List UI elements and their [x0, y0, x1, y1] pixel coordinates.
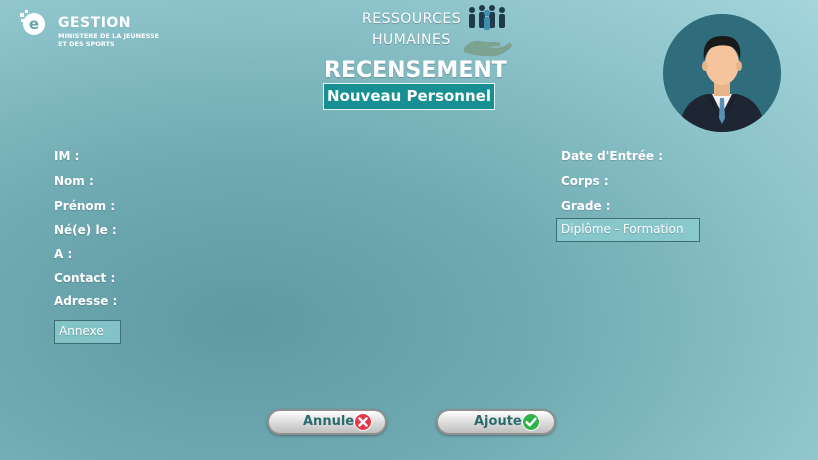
label-date-entree: Date d'Entrée : [561, 149, 664, 163]
diplome-formation-button[interactable]: Diplôme - Formation [556, 218, 700, 242]
person-avatar-icon [663, 14, 781, 132]
label-adresse: Adresse : [54, 294, 118, 308]
svg-text:e: e [29, 15, 39, 33]
cancel-button-label: Annuler [303, 414, 361, 429]
avatar[interactable] [663, 14, 781, 132]
label-grade: Grade : [561, 199, 611, 213]
label-corps: Corps : [561, 174, 609, 188]
header-line1: RESSOURCES [362, 11, 462, 27]
label-im: IM : [54, 149, 80, 163]
add-button[interactable]: Ajouter [436, 409, 556, 435]
label-ne-le: Né(e) le : [54, 223, 117, 237]
logo-title: GESTION [58, 15, 132, 31]
label-prenom: Prénom : [54, 199, 116, 213]
cancel-button[interactable]: Annuler [267, 409, 387, 435]
app-logo: e GESTION MINISTERE DE LA JEUNESSE ET DE… [20, 9, 190, 49]
annexe-button[interactable]: Annexe [54, 320, 121, 344]
logo-subtitle: MINISTERE DE LA JEUNESSE ET DES SPORTS [58, 32, 159, 48]
page-title: RECENSEMENT [324, 58, 507, 83]
header-line2: HUMAINES [372, 32, 451, 48]
people-hand-icon [464, 5, 512, 57]
logo-subtitle-line2: ET DES SPORTS [58, 40, 115, 48]
add-button-label: Ajouter [474, 414, 529, 429]
label-a: A : [54, 247, 73, 261]
page-subtitle: Nouveau Personnel [323, 83, 495, 110]
label-nom: Nom : [54, 174, 94, 188]
e-logo-icon: e [20, 10, 45, 35]
logo-subtitle-line1: MINISTERE DE LA JEUNESSE [58, 32, 160, 40]
close-icon [354, 413, 372, 431]
check-icon [522, 413, 540, 431]
label-contact: Contact : [54, 271, 116, 285]
